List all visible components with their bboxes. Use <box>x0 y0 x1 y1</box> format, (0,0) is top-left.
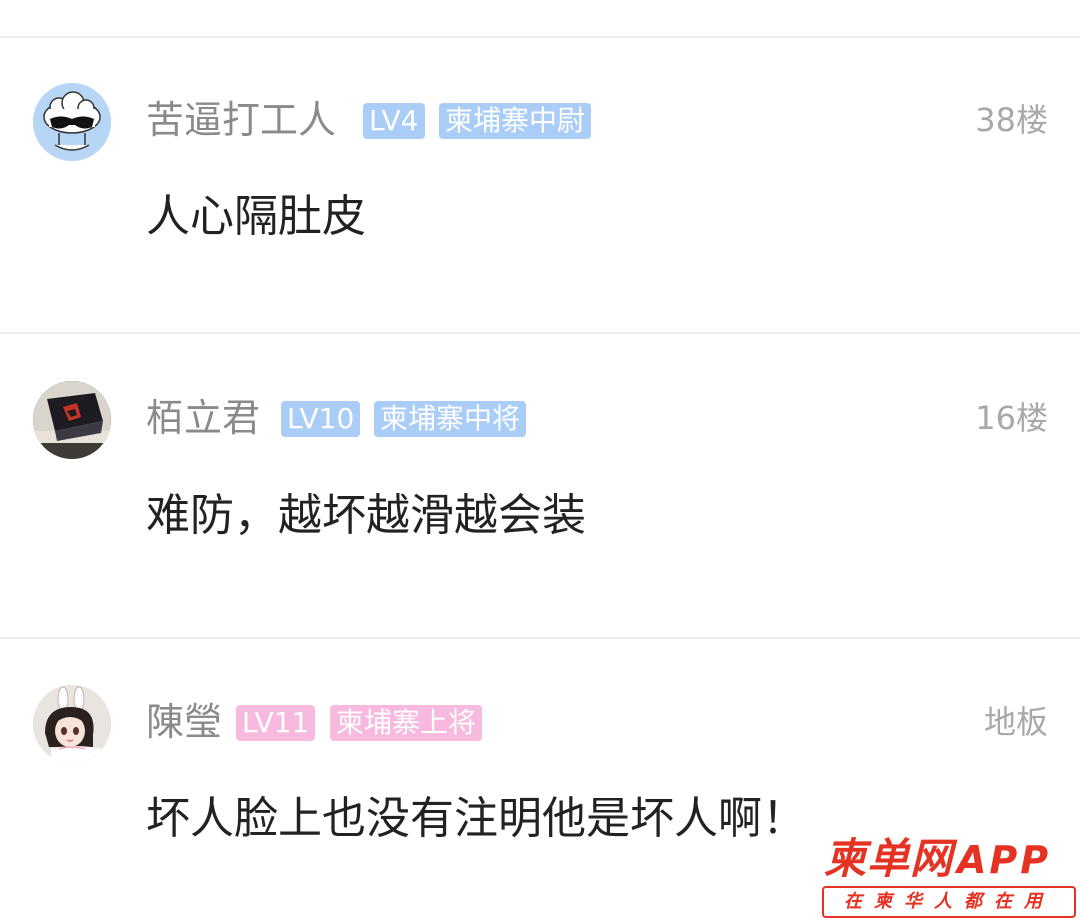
watermark-logo: 柬单网 APP 在柬华人都在用 <box>820 834 1076 918</box>
watermark-brand: 柬单网 <box>824 834 954 883</box>
floor-number: 38楼 <box>975 101 1048 139</box>
divider <box>0 332 1080 334</box>
user-avatar[interactable] <box>33 83 111 161</box>
comment-text: 难防，越坏越滑越会装 <box>146 490 586 541</box>
level-badge: LV10 <box>281 401 361 437</box>
comment-text: 坏人脸上也没有注明他是坏人啊！ <box>146 793 806 844</box>
level-badge: LV4 <box>363 103 425 139</box>
username[interactable]: 栢立君 <box>146 396 260 440</box>
username[interactable]: 陳瑩 <box>146 700 222 744</box>
level-badge: LV11 <box>236 705 316 741</box>
divider <box>0 637 1080 639</box>
username[interactable]: 苦逼打工人 <box>146 98 336 142</box>
rank-badge: 柬埔寨中将 <box>374 401 527 437</box>
divider-top <box>0 36 1080 38</box>
rank-badge: 柬埔寨中尉 <box>439 103 592 139</box>
comment-text: 人心隔肚皮 <box>146 191 366 242</box>
watermark-app: APP <box>957 838 1052 882</box>
watermark-slogan: 在柬华人都在用 <box>822 886 1076 918</box>
anime-girl-avatar-icon <box>33 685 111 763</box>
user-avatar[interactable] <box>33 381 111 459</box>
photo-avatar-icon <box>33 381 111 459</box>
user-avatar[interactable] <box>33 685 111 763</box>
cloud-sunglasses-avatar-icon <box>33 83 111 161</box>
floor-number: 地板 <box>983 703 1048 741</box>
rank-badge: 柬埔寨上将 <box>330 705 483 741</box>
floor-number: 16楼 <box>975 399 1048 437</box>
watermark-title: 柬单网 APP <box>824 834 1051 884</box>
